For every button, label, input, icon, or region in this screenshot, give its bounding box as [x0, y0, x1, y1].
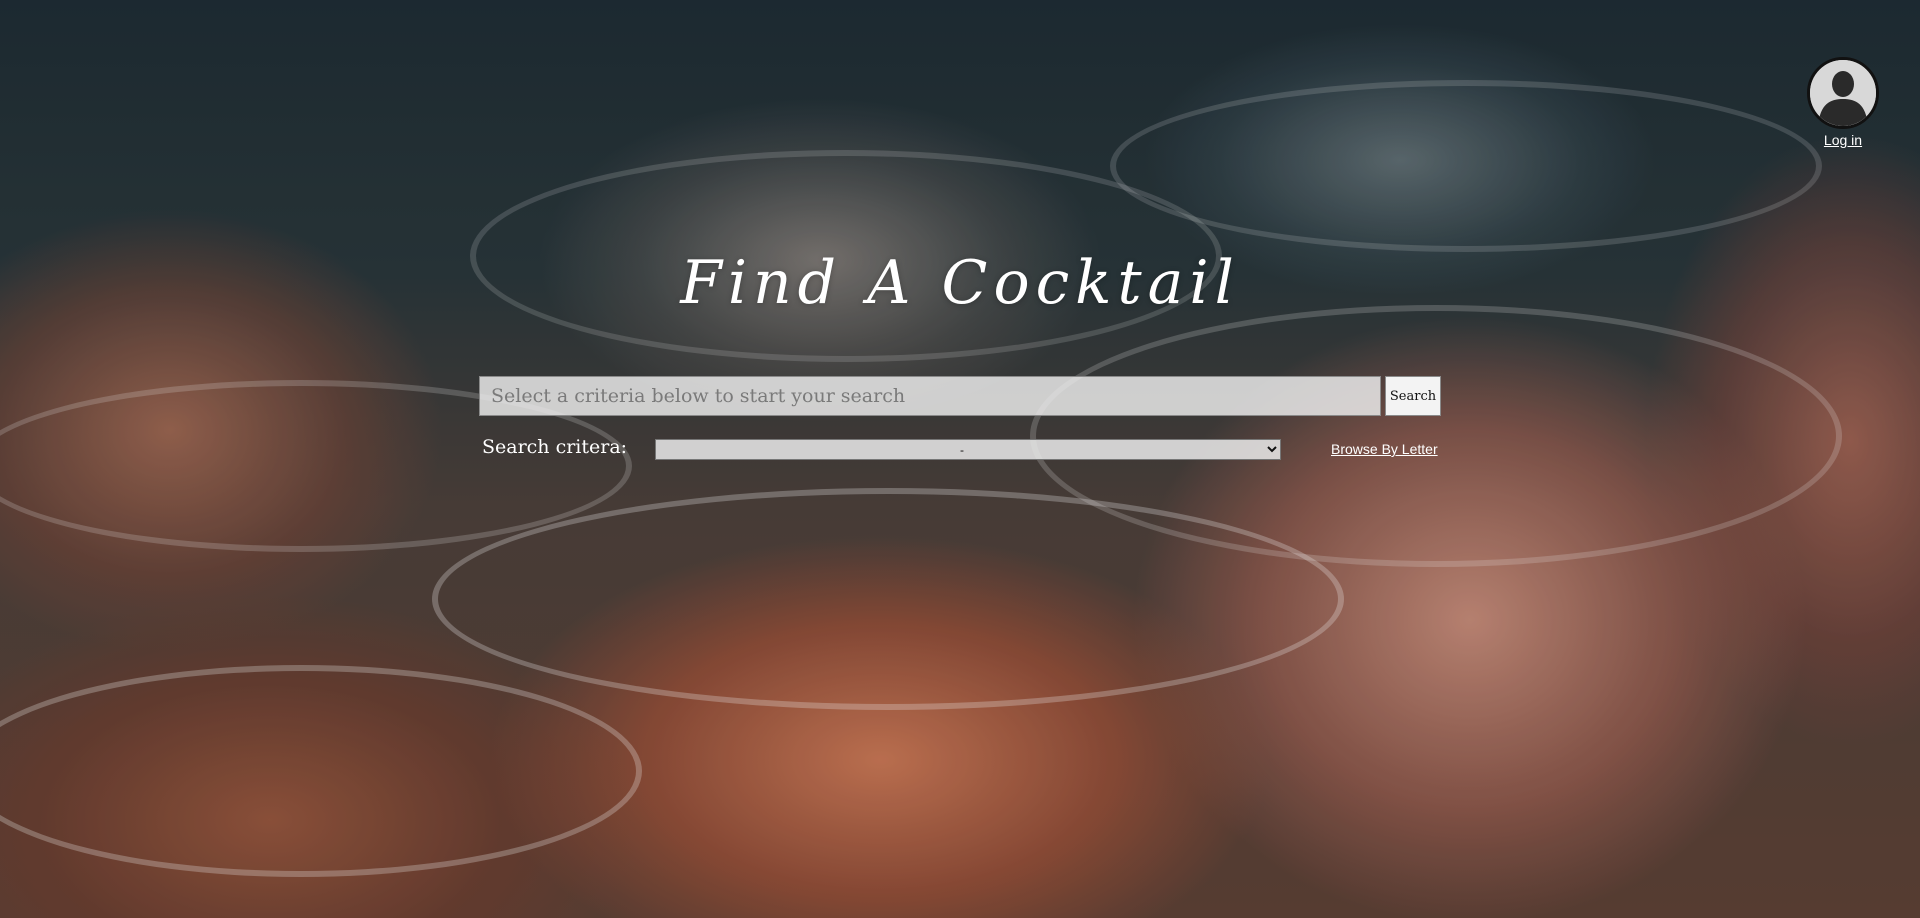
login-link[interactable]: Log in [1824, 132, 1862, 148]
browse-by-letter-link[interactable]: Browse By Letter [1331, 441, 1438, 457]
user-avatar-icon[interactable] [1807, 57, 1879, 129]
search-criteria-select[interactable]: - [655, 439, 1281, 460]
page-background: Log in Find A Cocktail Search Search cri… [0, 0, 1920, 918]
login-area: Log in [1800, 57, 1886, 149]
search-input[interactable] [479, 376, 1381, 416]
user-silhouette-icon [1810, 60, 1876, 126]
search-criteria-label: Search critera: [482, 436, 628, 458]
search-button[interactable]: Search [1385, 376, 1441, 416]
page-title: Find A Cocktail [680, 248, 1240, 318]
